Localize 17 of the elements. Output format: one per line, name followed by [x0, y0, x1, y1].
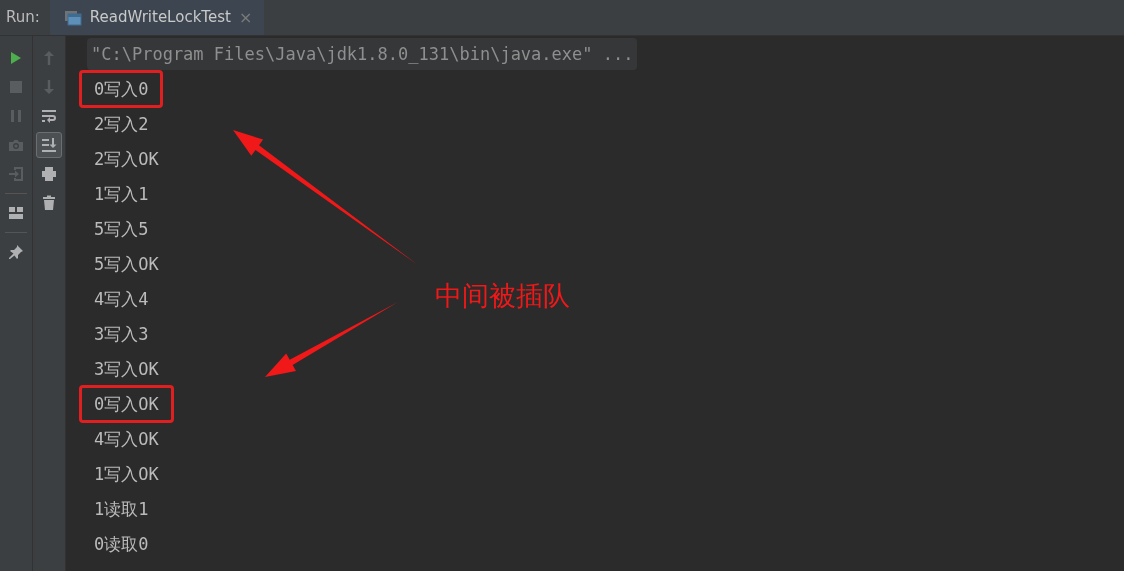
- run-label: Run:: [5, 7, 41, 29]
- console-line: 4写入4: [93, 287, 150, 311]
- console-line: 0读取0: [93, 532, 150, 556]
- console-line: 2写入OK: [93, 147, 160, 171]
- run-tab[interactable]: ReadWriteLockTest ×: [49, 0, 265, 35]
- console-line: 5写入5: [93, 217, 150, 241]
- annotation-text: 中间被插队: [435, 279, 570, 313]
- scroll-to-end-icon[interactable]: [36, 132, 62, 158]
- console-line: 1读取1: [93, 497, 150, 521]
- console-line: 3写入3: [93, 322, 150, 346]
- console-line: 5写入OK: [93, 252, 160, 276]
- window-icon: [63, 9, 82, 26]
- console-line: 3写入OK: [93, 357, 160, 381]
- console-line: 4写入OK: [93, 427, 160, 451]
- console-line: 2写入2: [93, 112, 150, 136]
- console-line: 1写入1: [93, 182, 150, 206]
- console-line: 1写入OK: [93, 462, 160, 486]
